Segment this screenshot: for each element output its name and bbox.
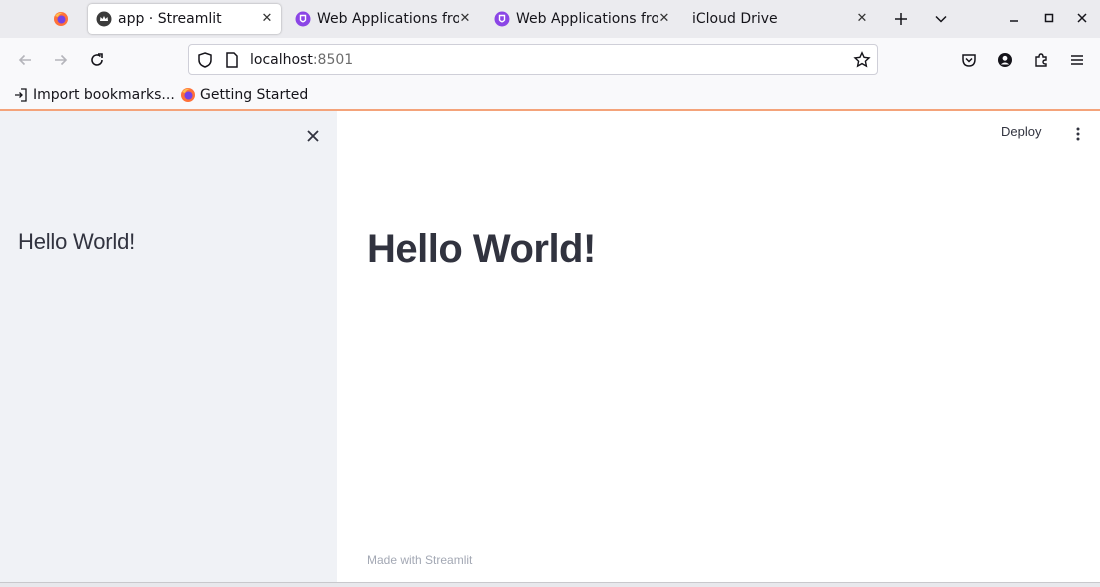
purple-shield-icon: [494, 11, 510, 27]
forward-arrow-icon: [55, 54, 68, 66]
back-arrow-icon: [18, 54, 31, 66]
puzzle-icon: [1035, 53, 1047, 67]
reload-button[interactable]: [86, 49, 108, 71]
close-tab-icon[interactable]: ✕: [854, 11, 870, 27]
back-button[interactable]: [14, 49, 36, 71]
url-port: :8501: [312, 52, 354, 68]
tab-web-applications-1[interactable]: Web Applications fror ✕: [287, 4, 479, 34]
bookmark-label: Import bookmarks...: [33, 87, 175, 103]
sidebar-title: Hello World!: [18, 229, 136, 254]
page-info-icon[interactable]: [223, 51, 241, 69]
purple-shield-icon: [295, 11, 311, 27]
bookmark-star-icon[interactable]: [853, 51, 871, 69]
url-host: localhost: [250, 52, 313, 68]
window-bottom-border: [0, 582, 1100, 587]
tracking-protection-shield-icon[interactable]: [196, 51, 214, 69]
tab-title: Web Applications fror: [516, 11, 658, 27]
kebab-menu-icon: [1076, 127, 1080, 141]
tab-app-streamlit[interactable]: app · Streamlit ✕: [88, 4, 281, 34]
deploy-button[interactable]: Deploy: [1001, 124, 1041, 139]
streamlit-crown-icon: [96, 11, 112, 27]
minimize-window-button[interactable]: [1004, 8, 1024, 28]
bookmark-import[interactable]: Import bookmarks...: [13, 85, 175, 105]
pocket-icon: [962, 54, 976, 67]
close-window-button[interactable]: [1072, 8, 1092, 28]
plus-icon: [895, 13, 907, 25]
firefox-view-button[interactable]: [48, 6, 74, 32]
minimize-icon: [1010, 20, 1018, 22]
main-menu-button[interactable]: [1068, 124, 1088, 144]
url-bar[interactable]: localhost:8501: [188, 44, 878, 75]
hamburger-menu-icon: [1071, 55, 1083, 65]
close-icon: [1077, 13, 1087, 23]
forward-button[interactable]: [50, 49, 72, 71]
navigation-toolbar: localhost:8501: [0, 38, 1100, 82]
footer-made-with-streamlit[interactable]: Made with Streamlit: [367, 553, 472, 567]
import-icon: [13, 87, 29, 103]
maximize-window-button[interactable]: [1039, 8, 1059, 28]
reload-icon: [91, 53, 103, 66]
pocket-button[interactable]: [958, 49, 980, 71]
tab-title: app · Streamlit: [118, 11, 222, 27]
tab-strip: app · Streamlit ✕ Web Applications fror …: [0, 0, 1100, 38]
close-icon: [307, 130, 319, 142]
tab-web-applications-2[interactable]: Web Applications fror ✕: [486, 4, 678, 34]
bookmark-getting-started[interactable]: Getting Started: [180, 85, 308, 105]
list-all-tabs-button[interactable]: [930, 8, 952, 30]
close-tab-icon[interactable]: ✕: [457, 11, 473, 27]
close-tab-icon[interactable]: ✕: [259, 11, 275, 27]
maximize-icon: [1044, 13, 1054, 23]
main-content: Deploy Hello World! Made with Streamlit: [337, 111, 1100, 582]
page-title: Hello World!: [367, 227, 596, 271]
close-sidebar-button[interactable]: [302, 125, 324, 147]
chevron-down-icon: [935, 15, 947, 23]
account-button[interactable]: [994, 49, 1016, 71]
extensions-button[interactable]: [1030, 49, 1052, 71]
url-text[interactable]: localhost:8501: [250, 51, 353, 69]
bookmark-label: Getting Started: [200, 87, 309, 103]
close-tab-icon[interactable]: ✕: [656, 11, 672, 27]
firefox-icon: [180, 87, 196, 103]
new-tab-button[interactable]: [890, 8, 912, 30]
bookmarks-toolbar: Import bookmarks... Getting Started: [0, 82, 1100, 109]
app-menu-button[interactable]: [1066, 49, 1088, 71]
tab-title: iCloud Drive: [692, 11, 778, 27]
account-icon: [998, 53, 1012, 67]
sidebar: Hello World!: [0, 111, 337, 582]
firefox-icon: [54, 12, 68, 26]
tab-title: Web Applications fror: [317, 11, 459, 27]
tab-icloud-drive[interactable]: iCloud Drive ✕: [684, 4, 876, 34]
